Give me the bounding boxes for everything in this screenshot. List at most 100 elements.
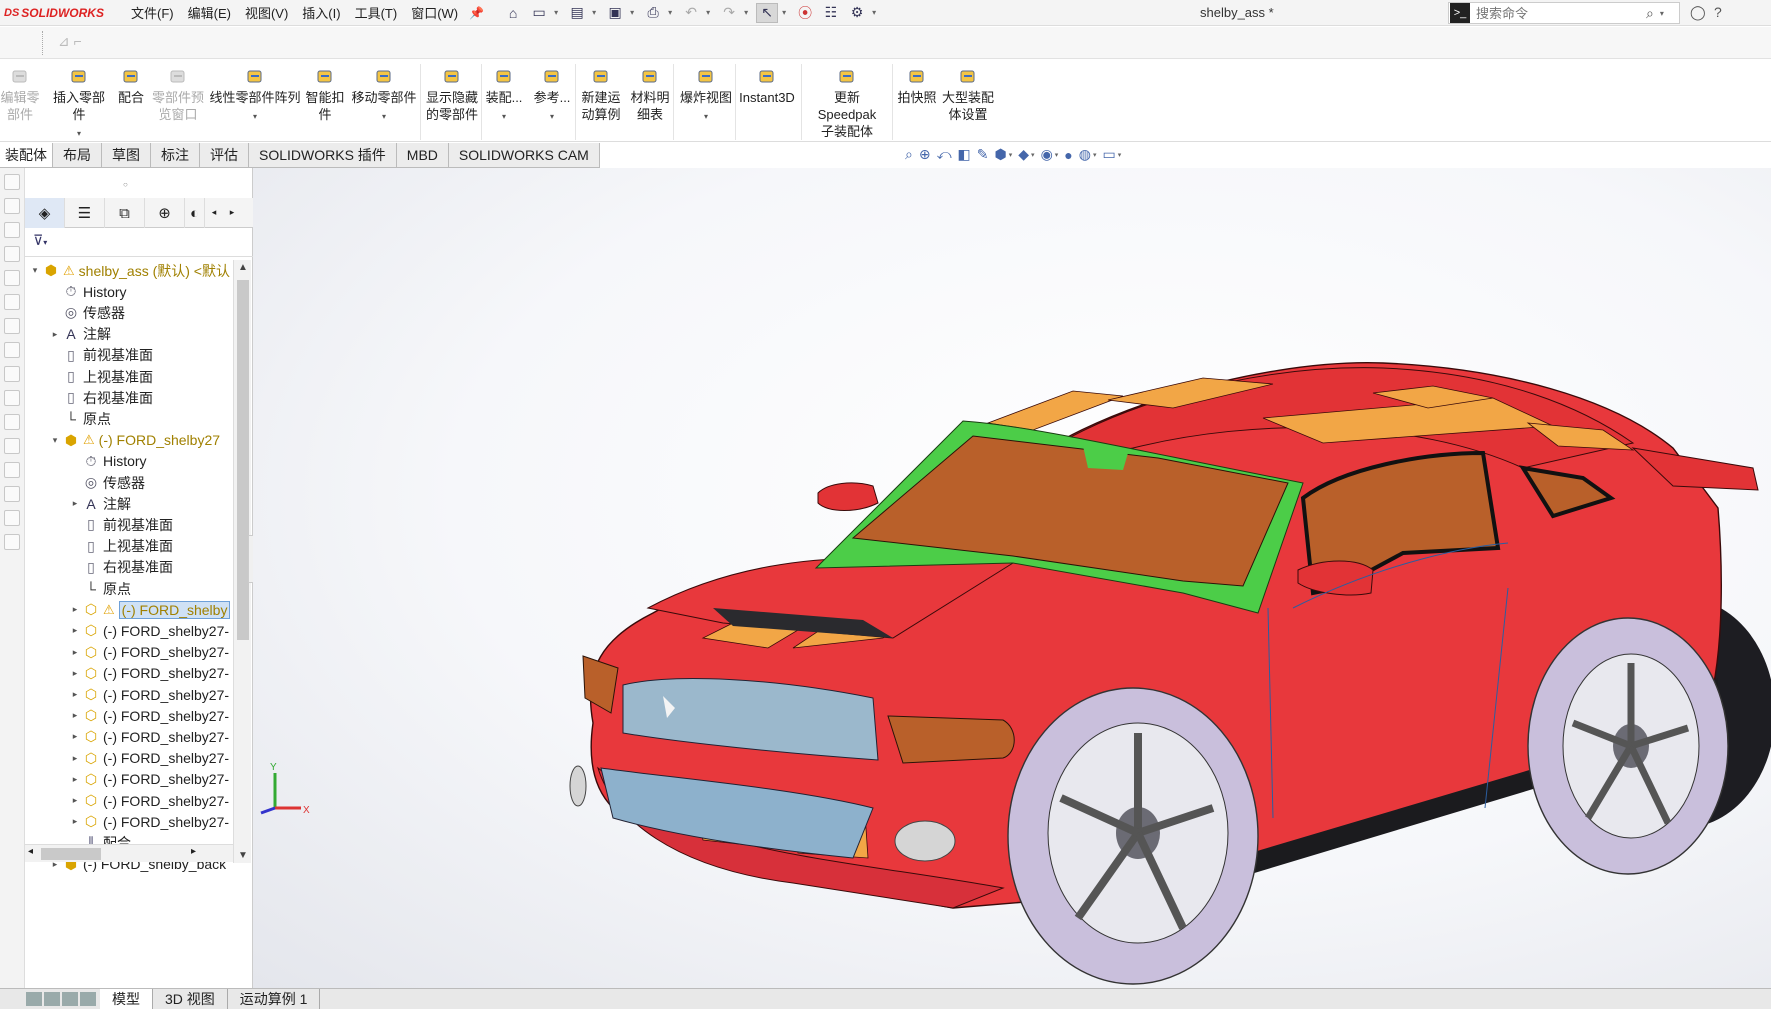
ribbon-button-bom[interactable]: 材料明 细表 [627, 60, 673, 142]
tree-node[interactable]: ▯ 前视基准面 [69, 514, 173, 535]
tab-4[interactable]: 评估 [200, 143, 249, 167]
tree-node[interactable]: ◎ 传感器 [69, 472, 145, 493]
tree-node[interactable]: ◎ 传感器 [49, 302, 125, 323]
strip-tool-icon[interactable] [4, 390, 20, 406]
account-icon[interactable]: ◯ [1690, 4, 1706, 21]
menu-item[interactable]: 文件(F) [124, 3, 181, 22]
search-input[interactable] [1476, 5, 1646, 21]
tree-node[interactable]: └ 原点 [49, 408, 111, 429]
tab-2[interactable]: 草图 [102, 143, 151, 167]
strip-tool-icon[interactable] [4, 294, 20, 310]
strip-tool-icon[interactable] [4, 342, 20, 358]
panel-collapse-icon[interactable]: ○ [123, 180, 128, 189]
tree-node[interactable]: ▯ 前视基准面 [49, 345, 153, 366]
print-dropdown-icon[interactable]: ▾ [668, 8, 676, 17]
ribbon-button-speedpak[interactable]: 更新 Speedpak 子装配体 [803, 60, 891, 142]
tree-node[interactable]: ⏱ History [69, 451, 147, 472]
ribbon-dropdown-icon[interactable]: ▾ [382, 108, 386, 125]
tree-node[interactable]: ▸ ⬡ (-) FORD_shelby27- [69, 663, 229, 684]
next-tab-icon[interactable] [62, 992, 78, 1006]
tab-5[interactable]: SOLIDWORKS 插件 [249, 143, 397, 167]
edit-appearance-icon[interactable]: ● [1064, 147, 1072, 163]
dynamic-annotation-icon[interactable]: ✎ [977, 146, 989, 163]
strip-tool-icon[interactable] [4, 414, 20, 430]
ribbon-button-show-hidden[interactable]: 显示隐藏 的零部件 [424, 60, 480, 142]
zoom-to-fit-icon[interactable]: ⌕ [905, 146, 913, 163]
front-wheel[interactable] [1007, 687, 1259, 985]
strip-tool-icon[interactable] [4, 270, 20, 286]
strip-tool-icon[interactable] [4, 174, 20, 190]
ribbon-dropdown-icon[interactable]: ▾ [704, 108, 708, 125]
scroll-down-icon[interactable]: ▼ [238, 850, 248, 861]
home-icon[interactable]: ⌂ [502, 3, 524, 23]
strip-tool-icon[interactable] [4, 534, 20, 550]
tree-node[interactable]: ▸ ⬡ (-) FORD_shelby27- [69, 811, 229, 832]
open-icon[interactable]: ▤ [566, 3, 588, 23]
scroll-up-icon[interactable]: ▲ [238, 262, 248, 273]
tree-node[interactable]: ▸ ⬡ (-) FORD_shelby27- [69, 748, 229, 769]
strip-tool-icon[interactable] [4, 510, 20, 526]
ribbon-button-insert-component[interactable]: 插入零部件 ▾ [47, 60, 111, 142]
tree-node[interactable]: ▸ ⬡ (-) FORD_shelby27- [69, 684, 229, 705]
hide-show-items-icon[interactable]: ◉ [1041, 146, 1053, 163]
ribbon-button-instant3d[interactable]: Instant3D [738, 60, 796, 142]
ribbon-button-snapshot[interactable]: 拍快照 [894, 60, 940, 142]
ribbon-button-exploded-view[interactable]: 爆炸视图 ▾ [677, 60, 735, 142]
ribbon-button-linear-pattern[interactable]: 线性零部件阵列 ▾ [209, 60, 301, 142]
ribbon-dropdown-icon[interactable]: ▾ [77, 125, 81, 142]
tab-7[interactable]: SOLIDWORKS CAM [448, 143, 600, 167]
menu-item[interactable]: 编辑(E) [181, 3, 238, 22]
select-dropdown-icon[interactable]: ▾ [782, 8, 790, 17]
ribbon-button-new-motion-study[interactable]: 新建运 动算例 [578, 60, 624, 142]
strip-tool-icon[interactable] [4, 366, 20, 382]
display-style-icon[interactable]: ◆ [1018, 146, 1029, 163]
dimxpert-tab-icon[interactable]: ⊕ [145, 198, 185, 228]
tree-node[interactable]: ▯ 上视基准面 [49, 366, 153, 387]
expand-toggle-icon[interactable]: ▸ [69, 604, 81, 615]
view-tab-0[interactable]: 模型 [100, 989, 153, 1009]
tree-node[interactable]: ▸ ⬡ (-) FORD_shelby27- [69, 790, 229, 811]
solidworks-logo[interactable]: DS SOLIDWORKS [0, 6, 120, 20]
tree-node[interactable]: ▸ A 注解 [69, 493, 131, 514]
new-document-icon[interactable]: ▭ [528, 3, 550, 23]
menu-item[interactable]: 插入(I) [295, 3, 347, 22]
strip-tool-icon[interactable] [4, 222, 20, 238]
options-dropdown-icon[interactable]: ▾ [872, 8, 880, 17]
car-model-viewport[interactable]: Y X Z [247, 168, 1771, 988]
help-icon[interactable]: ? [1714, 4, 1722, 20]
tree-node[interactable]: ▾ ⬢ ⚠ (-) FORD_shelby27 [49, 430, 220, 451]
hscroll-thumb[interactable] [41, 848, 101, 860]
apply-scene-icon[interactable]: ◍ [1079, 146, 1091, 163]
strip-tool-icon[interactable] [4, 462, 20, 478]
ribbon-button-component-preview[interactable]: 零部件预 览窗口 [152, 60, 204, 142]
tabs-left-arrow-icon[interactable]: ◂ [205, 198, 223, 227]
tabs-right-arrow-icon[interactable]: ▸ [223, 198, 241, 227]
ribbon-dropdown-icon[interactable]: ▾ [502, 108, 506, 125]
expand-toggle-icon[interactable]: ▸ [69, 816, 81, 827]
expand-toggle-icon[interactable]: ▸ [69, 498, 81, 509]
expand-toggle-icon[interactable]: ▸ [49, 329, 61, 340]
zoom-area-icon[interactable]: ⊕ [919, 146, 931, 163]
tree-node[interactable]: ▾ ⬢ ⚠ shelby_ass (默认) <默认 [29, 260, 230, 281]
tab-1[interactable]: 布局 [53, 143, 102, 167]
tree-node[interactable]: ▯ 右视基准面 [49, 387, 153, 408]
tree-node[interactable]: └ 原点 [69, 578, 131, 599]
undo-icon[interactable]: ↶ [680, 3, 702, 23]
search-icon[interactable]: ⌕ [1646, 5, 1654, 22]
tab-3[interactable]: 标注 [151, 143, 200, 167]
view-settings-icon[interactable]: ▭ [1103, 146, 1116, 163]
print-icon[interactable]: ⎙ [642, 3, 664, 23]
expand-toggle-icon[interactable]: ▾ [49, 435, 61, 446]
ribbon-dropdown-icon[interactable]: ▾ [550, 108, 554, 125]
configuration-manager-tab-icon[interactable]: ⧉ [105, 198, 145, 228]
search-dropdown-icon[interactable]: ▾ [1660, 9, 1664, 18]
select-cursor-icon[interactable]: ↖ [756, 2, 779, 23]
redo-icon[interactable]: ↷ [718, 3, 740, 23]
strip-tool-icon[interactable] [4, 438, 20, 454]
tab-6[interactable]: MBD [396, 143, 449, 167]
tree-node[interactable]: ▸ ⬡ (-) FORD_shelby27- [69, 642, 229, 663]
ribbon-button-mate[interactable]: 配合 [117, 60, 145, 142]
view-tab-2[interactable]: 运动算例 1 [228, 989, 321, 1009]
prev-tab-icon[interactable] [44, 992, 60, 1006]
tree-node[interactable]: ▯ 右视基准面 [69, 557, 173, 578]
